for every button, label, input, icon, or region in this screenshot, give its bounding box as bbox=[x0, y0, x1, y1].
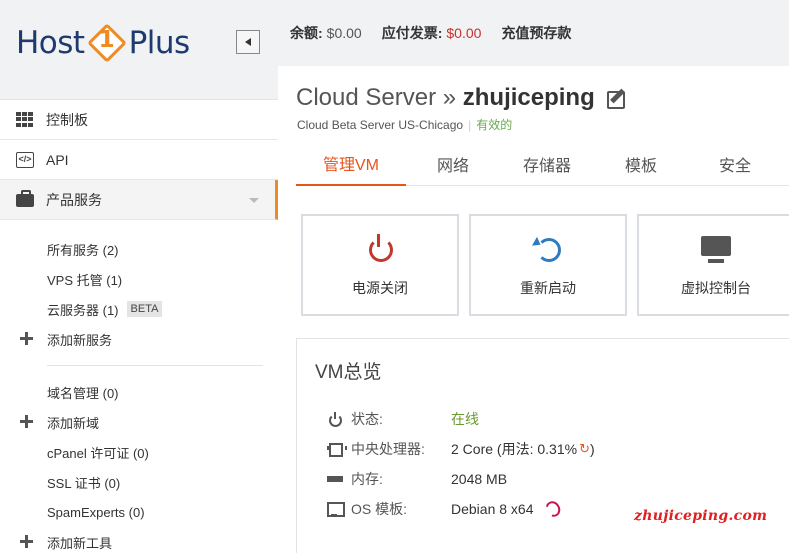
logo-text-left: Host bbox=[16, 25, 85, 61]
vm-actions: 电源关闭 重新启动 虚拟控制台 bbox=[301, 214, 789, 316]
sidebar-header: Host 1 Plus bbox=[0, 0, 278, 100]
services-submenu: 所有服务 (2) VPS 托管 (1) 云服务器 (1) BETA 添加新服务 … bbox=[0, 220, 278, 553]
restart-icon bbox=[532, 234, 564, 264]
submenu-label: 云服务器 (1) bbox=[47, 302, 119, 318]
submenu-label: SpamExperts (0) bbox=[47, 504, 145, 520]
plus-icon bbox=[20, 535, 33, 548]
sidebar-item-label: 控制板 bbox=[46, 111, 88, 128]
tab-storage[interactable]: 存储器 bbox=[500, 142, 594, 186]
spec-value: 在线 bbox=[451, 411, 479, 427]
title-prefix: Cloud Server » bbox=[296, 84, 457, 111]
sidebar-item-api[interactable]: </> API bbox=[0, 140, 278, 180]
server-location: Cloud Beta Server US-Chicago bbox=[297, 118, 464, 132]
submenu-label: 添加新工具 bbox=[47, 535, 113, 551]
submenu-label: SSL 证书 (0) bbox=[47, 475, 121, 491]
plus-icon bbox=[20, 415, 33, 428]
plus-icon bbox=[20, 332, 33, 345]
spec-row-status: 状态: 在线 bbox=[327, 407, 789, 431]
submenu-label: VPS 托管 (1) bbox=[47, 272, 123, 288]
submenu-cloud-servers[interactable]: 云服务器 (1) BETA bbox=[0, 294, 278, 324]
main-content: Cloud Server » zhujiceping Cloud Beta Se… bbox=[278, 66, 789, 553]
tab-network[interactable]: 网络 bbox=[406, 142, 500, 186]
status-badge: 有效的 bbox=[476, 118, 513, 132]
action-label: 重新启动 bbox=[520, 280, 576, 296]
submenu-domains[interactable]: 域名管理 (0) bbox=[0, 377, 278, 407]
logo-diamond-icon: 1 bbox=[86, 23, 127, 63]
spec-label: 状态: bbox=[351, 411, 383, 427]
submenu-cpanel-licenses[interactable]: cPanel 许可证 (0) bbox=[0, 437, 278, 467]
tab-security[interactable]: 安全 bbox=[688, 142, 782, 186]
tab-manage-vm[interactable]: 管理VM bbox=[296, 142, 406, 186]
submenu-label: 所有服务 (2) bbox=[47, 242, 119, 258]
spec-label: OS 模板: bbox=[351, 501, 408, 517]
submenu-label: 域名管理 (0) bbox=[47, 385, 119, 401]
power-icon bbox=[364, 234, 396, 264]
spec-value: 2 Core (用法: 0.31% ↻ ) bbox=[451, 439, 595, 459]
submenu-label: 添加新域 bbox=[47, 415, 100, 431]
api-icon: </> bbox=[16, 151, 34, 168]
submenu-divider bbox=[47, 365, 263, 366]
virtual-console-button[interactable]: 虚拟控制台 bbox=[637, 214, 789, 316]
chevron-down-icon bbox=[249, 198, 259, 203]
memory-icon bbox=[327, 471, 343, 487]
os-icon bbox=[327, 501, 345, 517]
power-icon bbox=[327, 411, 343, 427]
restart-button[interactable]: 重新启动 bbox=[469, 214, 627, 316]
spec-value: Debian 8 x64 bbox=[451, 498, 563, 520]
briefcase-icon bbox=[16, 190, 34, 207]
os-value: Debian 8 x64 bbox=[451, 501, 534, 517]
spec-row-cpu: 中央处理器: 2 Core (用法: 0.31% ↻ ) bbox=[327, 437, 789, 461]
grid-icon bbox=[16, 111, 34, 128]
sidebar-item-dashboard[interactable]: 控制板 bbox=[0, 100, 278, 140]
cpu-value: 2 Core (用法: 0.31% bbox=[451, 441, 578, 457]
server-subtitle: Cloud Beta Server US-Chicago | 有效的 bbox=[297, 118, 513, 132]
spec-label: 内存: bbox=[351, 471, 383, 487]
submenu-ssl-certificates[interactable]: SSL 证书 (0) bbox=[0, 467, 278, 497]
tab-templates[interactable]: 模板 bbox=[594, 142, 688, 186]
spec-label: 中央处理器: bbox=[351, 441, 425, 457]
hostplus-logo[interactable]: Host 1 Plus bbox=[16, 16, 190, 70]
logo-text-right: Plus bbox=[128, 25, 191, 61]
submenu-all-services[interactable]: 所有服务 (2) bbox=[0, 234, 278, 264]
sidebar-item-label: 产品服务 bbox=[46, 191, 102, 208]
recharge-link[interactable]: 充值预存款 bbox=[501, 23, 571, 43]
page-title: Cloud Server » zhujiceping bbox=[296, 84, 629, 112]
submenu-spamexperts[interactable]: SpamExperts (0) bbox=[0, 497, 278, 527]
sidebar-item-label: API bbox=[46, 151, 69, 168]
invoice-label[interactable]: 应付发票: bbox=[382, 23, 443, 43]
balance-label: 余额: bbox=[290, 25, 323, 41]
submenu-add-service[interactable]: 添加新服务 bbox=[0, 324, 278, 354]
action-label: 电源关闭 bbox=[352, 280, 408, 296]
refresh-icon[interactable]: ↻ bbox=[579, 441, 590, 457]
submenu-vps-hosting[interactable]: VPS 托管 (1) bbox=[0, 264, 278, 294]
submenu-label: cPanel 许可证 (0) bbox=[47, 445, 149, 461]
power-off-button[interactable]: 电源关闭 bbox=[301, 214, 459, 316]
spec-row-memory: 内存: 2048 MB bbox=[327, 467, 789, 491]
submenu-add-tool[interactable]: 添加新工具 bbox=[0, 527, 278, 553]
account-topbar: 余额: $0.00 应付发票: $0.00 充值预存款 bbox=[278, 0, 789, 66]
invoice-value[interactable]: $0.00 bbox=[446, 25, 481, 41]
sidebar-collapse-button[interactable] bbox=[236, 30, 260, 54]
cpu-icon bbox=[327, 441, 347, 457]
sidebar-item-services[interactable]: 产品服务 bbox=[0, 180, 278, 220]
edit-icon[interactable] bbox=[607, 88, 629, 109]
monitor-icon bbox=[700, 234, 732, 264]
panel-title: VM总览 bbox=[315, 362, 382, 383]
logo-number: 1 bbox=[98, 27, 115, 53]
vm-tabs: 管理VM 网络 存储器 模板 安全 bbox=[296, 142, 789, 186]
beta-badge: BETA bbox=[126, 301, 163, 317]
sidebar: Host 1 Plus 控制板 </> API 产品服务 所有服务 (2) VP… bbox=[0, 0, 278, 553]
spec-value: 2048 MB bbox=[451, 471, 508, 487]
action-label: 虚拟控制台 bbox=[681, 280, 751, 296]
watermark: zhujiceping.com bbox=[634, 508, 768, 524]
submenu-label: 添加新服务 bbox=[47, 332, 113, 348]
cpu-value-suffix: ) bbox=[589, 441, 595, 457]
balance-value: $0.00 bbox=[326, 25, 362, 41]
debian-logo-icon bbox=[542, 498, 563, 520]
server-name: zhujiceping bbox=[462, 84, 595, 111]
submenu-add-domain[interactable]: 添加新域 bbox=[0, 407, 278, 437]
